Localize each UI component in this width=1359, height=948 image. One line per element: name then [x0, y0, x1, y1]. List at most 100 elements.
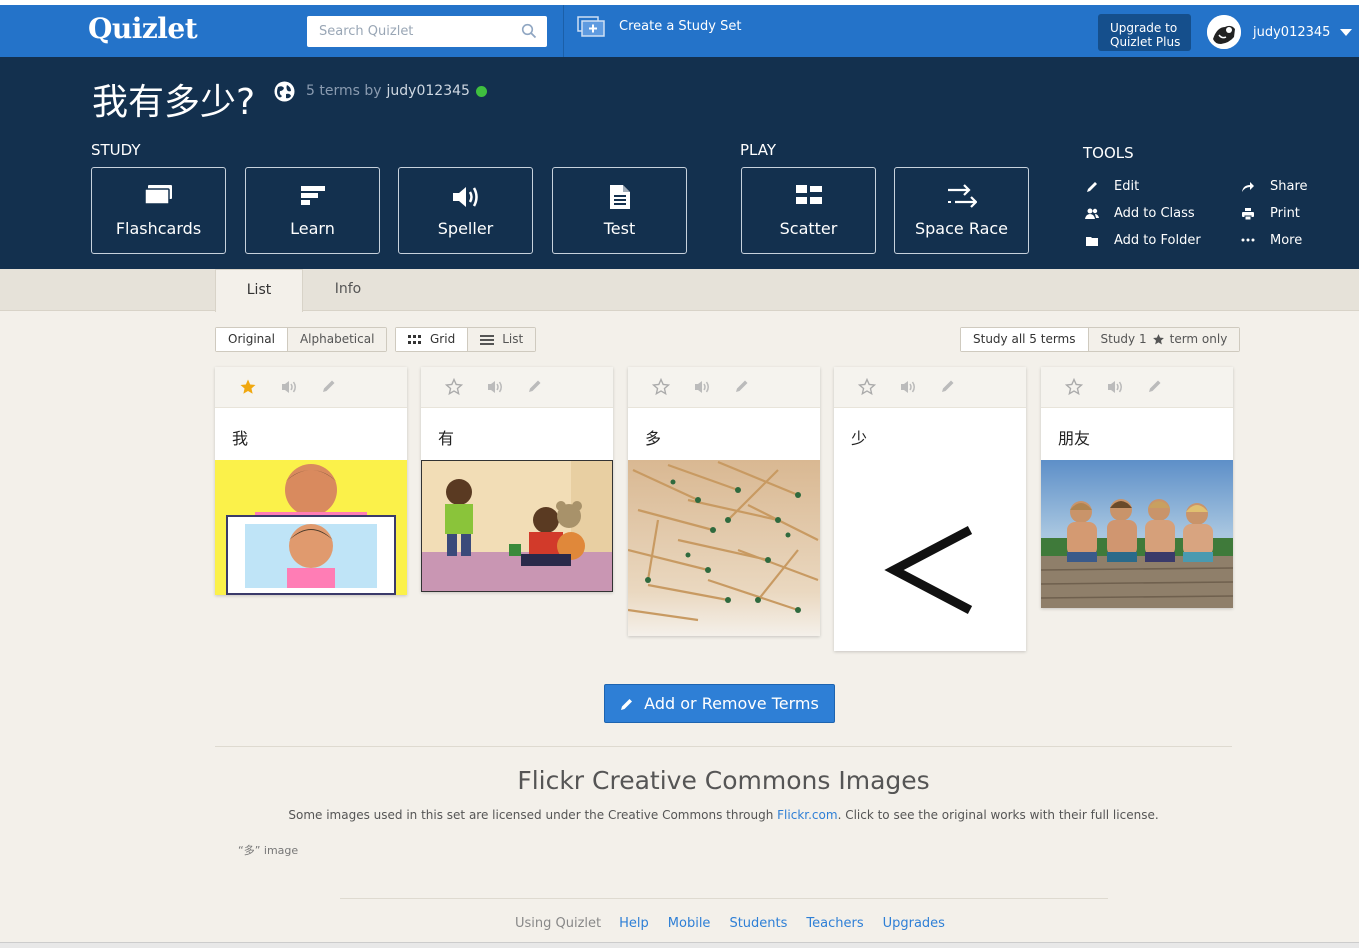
sort-original-button[interactable]: Original [216, 328, 288, 351]
footer-link-students[interactable]: Students [729, 916, 787, 931]
card-image [1041, 460, 1233, 608]
more-tool[interactable]: More [1241, 233, 1302, 248]
pencil-icon[interactable] [940, 378, 956, 394]
print-tool[interactable]: Print [1241, 206, 1300, 221]
star-icon [1152, 334, 1164, 345]
edit-tool[interactable]: Edit [1085, 179, 1139, 194]
view-mode-toggle: Grid List [395, 327, 537, 352]
card-actions [421, 367, 613, 408]
flickr-link[interactable]: Flickr.com [777, 808, 837, 822]
footer-link-mobile[interactable]: Mobile [668, 916, 711, 931]
ellipsis-icon [1241, 238, 1255, 241]
card-image [834, 460, 1026, 651]
create-study-set-label: Create a Study Set [619, 18, 742, 34]
test-label: Test [603, 219, 636, 238]
matchsticks-image [628, 460, 820, 636]
tab-list[interactable]: List [215, 269, 303, 312]
study-starred-prefix: Study 1 [1100, 332, 1147, 346]
view-list-button[interactable]: List [468, 328, 536, 351]
search-icon[interactable] [521, 23, 537, 39]
less-than-symbol-image [834, 460, 1026, 651]
audio-icon[interactable] [487, 379, 504, 395]
audio-icon[interactable] [900, 379, 917, 395]
quizlet-logo[interactable]: Quizlet [88, 12, 198, 45]
test-button[interactable]: Test [552, 167, 687, 254]
flashcards-button[interactable]: Flashcards [91, 167, 226, 254]
card-term: 有 [438, 429, 455, 448]
audio-icon[interactable] [1107, 379, 1124, 395]
tab-info[interactable]: Info [305, 269, 391, 312]
share-icon [1242, 181, 1254, 192]
sort-alphabetical-button[interactable]: Alphabetical [287, 328, 387, 351]
add-to-folder-tool[interactable]: Add to Folder [1085, 233, 1201, 248]
chevron-down-icon[interactable] [1340, 28, 1353, 36]
flickr-text-after: . Click to see the original works with t… [837, 808, 1159, 822]
tabs-bar: List Info [0, 269, 1359, 312]
star-filled-icon[interactable] [239, 378, 257, 396]
pencil-icon[interactable] [321, 378, 337, 394]
add-to-class-tool[interactable]: Add to Class [1085, 206, 1195, 221]
cartoon-kids-toys-image [421, 460, 613, 592]
card-term: 多 [645, 429, 662, 448]
more-label: More [1270, 233, 1303, 248]
search-input[interactable] [307, 16, 507, 47]
image-credit-link[interactable]: “多” image [238, 842, 298, 858]
study-starred-button[interactable]: Study 1 term only [1088, 328, 1240, 351]
printer-icon [1242, 207, 1254, 220]
star-outline-icon[interactable] [1065, 378, 1083, 396]
card-image [421, 460, 613, 592]
space-race-button[interactable]: Space Race [894, 167, 1029, 254]
author-link[interactable]: judy012345 [387, 83, 470, 99]
view-grid-button[interactable]: Grid [396, 328, 469, 351]
speller-button[interactable]: Speller [398, 167, 533, 254]
pencil-icon[interactable] [527, 378, 543, 394]
term-card: 有 [421, 367, 613, 592]
list-icon [480, 334, 495, 345]
star-outline-icon[interactable] [445, 378, 463, 396]
drawing-two-kids-image [215, 460, 407, 595]
footer-using-quizlet: Using Quizlet [515, 916, 602, 931]
create-set-icon [577, 16, 605, 37]
avatar[interactable] [1207, 15, 1241, 49]
add-remove-terms-button[interactable]: Add or Remove Terms [604, 684, 835, 723]
view-grid-label: Grid [430, 332, 456, 346]
upgrade-button[interactable]: Upgrade to Quizlet Plus [1098, 14, 1191, 51]
learn-button[interactable]: Learn [245, 167, 380, 254]
pencil-icon [1087, 181, 1097, 192]
tools-section-label: TOOLS [1083, 144, 1134, 162]
card-actions [215, 367, 407, 408]
flashcards-icon [143, 185, 172, 205]
add-to-class-label: Add to Class [1114, 206, 1195, 221]
star-outline-icon[interactable] [858, 378, 876, 396]
card-image [215, 460, 407, 595]
document-icon [609, 185, 630, 209]
set-header: 我有多少? 5 terms by judy012345 STUDY Flashc… [0, 57, 1359, 269]
footer-link-teachers[interactable]: Teachers [806, 916, 863, 931]
audio-icon[interactable] [281, 379, 298, 395]
share-label: Share [1270, 179, 1308, 194]
create-study-set-button[interactable]: Create a Study Set [577, 15, 741, 37]
share-tool[interactable]: Share [1241, 179, 1308, 194]
scatter-button[interactable]: Scatter [741, 167, 876, 254]
flickr-text-before: Some images used in this set are license… [288, 808, 778, 822]
users-icon [1085, 208, 1099, 219]
nav-divider [563, 5, 564, 57]
pencil-icon[interactable] [1147, 378, 1163, 394]
audio-icon[interactable] [694, 379, 711, 395]
pencil-icon[interactable] [734, 378, 750, 394]
divider [215, 746, 1232, 747]
upgrade-line2: Quizlet Plus [1110, 35, 1181, 49]
search-box[interactable] [307, 16, 547, 47]
username: judy012345 [1253, 24, 1331, 40]
card-term: 朋友 [1058, 429, 1091, 448]
footer-link-upgrades[interactable]: Upgrades [883, 916, 945, 931]
flickr-license-text: Some images used in this set are license… [0, 808, 1359, 822]
study-all-button[interactable]: Study all 5 terms [961, 328, 1089, 351]
star-outline-icon[interactable] [652, 378, 670, 396]
footer-link-help[interactable]: Help [619, 916, 649, 931]
flickr-section-title: Flickr Creative Commons Images [517, 766, 930, 795]
user-menu[interactable]: judy012345 [1207, 15, 1353, 49]
study-section-label: STUDY [91, 141, 141, 159]
term-card: 我 [215, 367, 407, 595]
online-status-dot [475, 85, 487, 97]
